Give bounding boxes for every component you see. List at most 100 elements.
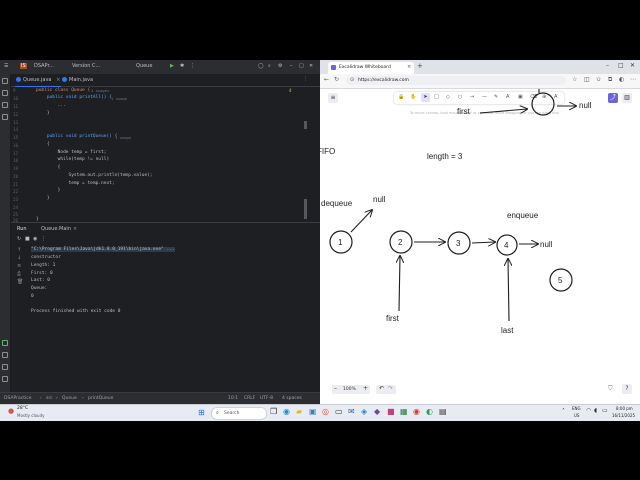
- problems-tool-icon[interactable]: [2, 364, 8, 370]
- clock-time[interactable]: 8:00 pm: [616, 406, 633, 411]
- ide-vcs-widget[interactable]: Version C...: [72, 63, 100, 69]
- site-info-icon[interactable]: ⊙: [350, 77, 354, 83]
- refresh-icon[interactable]: ↻: [334, 76, 339, 83]
- queue-node-partial[interactable]: [531, 92, 555, 116]
- file-encoding[interactable]: UTF-8: [260, 396, 273, 401]
- browser-menu-icon[interactable]: ⋯: [630, 76, 636, 83]
- vscode-icon[interactable]: ◈: [361, 407, 367, 416]
- null-label-right[interactable]: null: [540, 240, 553, 249]
- trash-icon[interactable]: 🗑: [17, 279, 23, 285]
- ide-settings-icon[interactable]: ⚙: [278, 63, 282, 69]
- first-label-bottom[interactable]: first: [386, 314, 400, 323]
- split-view-icon[interactable]: ◫: [584, 76, 590, 83]
- terminal-app-icon[interactable]: ▭: [335, 407, 343, 416]
- more-icon[interactable]: ⋮: [190, 63, 195, 69]
- excel-icon[interactable]: ▦: [400, 407, 408, 416]
- help-button[interactable]: ?: [622, 384, 632, 394]
- intellij-icon[interactable]: ■: [387, 407, 395, 416]
- tab-queue-java[interactable]: Queue.java ×: [15, 74, 61, 87]
- browser-close-button[interactable]: ✕: [630, 62, 635, 69]
- dequeue-label[interactable]: dequeue: [321, 199, 353, 208]
- cursor-position[interactable]: 10:1: [228, 396, 238, 401]
- terminal-tool-icon[interactable]: [2, 352, 8, 358]
- usage-hint[interactable]: 3 usages: [91, 88, 109, 93]
- back-icon[interactable]: ←: [324, 76, 329, 83]
- breadcrumb-item[interactable]: src: [46, 396, 53, 401]
- browser-minimize-button[interactable]: –: [606, 62, 609, 69]
- null-label-topright[interactable]: null: [579, 101, 592, 110]
- taskview-icon[interactable]: ❐: [270, 407, 277, 416]
- browser-maximize-button[interactable]: □: [618, 62, 624, 69]
- language-indicator[interactable]: ENG: [572, 406, 581, 411]
- redo-button[interactable]: ↷: [388, 385, 393, 392]
- run-tab[interactable]: Run: [17, 226, 27, 232]
- new-tab-button[interactable]: +: [417, 62, 423, 70]
- ide-user-icon[interactable]: ◯: [258, 63, 264, 69]
- stop-icon[interactable]: ■: [25, 236, 30, 242]
- tab-main-java[interactable]: Main.java: [61, 74, 107, 86]
- weather-temp[interactable]: 28°C: [17, 406, 28, 411]
- volume-icon[interactable]: ◖: [594, 407, 597, 414]
- photos-icon[interactable]: ◆: [374, 407, 380, 416]
- ide-menu-icon[interactable]: ☰: [4, 63, 8, 69]
- print-icon[interactable]: ⎙: [17, 271, 21, 277]
- usage-hint[interactable]: 1 usage: [115, 135, 131, 140]
- zoom-in-button[interactable]: +: [363, 385, 368, 392]
- fifo-label[interactable]: FIFO: [320, 147, 335, 156]
- chrome-icon[interactable]: ◎: [322, 407, 329, 416]
- weather-icon[interactable]: ●: [8, 407, 14, 415]
- ide-project-badge[interactable]: IS: [20, 63, 27, 69]
- indent-setting[interactable]: 4 spaces: [282, 396, 302, 401]
- ide-run-config[interactable]: Queue: [136, 63, 152, 69]
- file-explorer-icon[interactable]: ▰: [296, 407, 302, 416]
- run-panel-close-icon[interactable]: ×: [73, 226, 77, 232]
- app-icon-dark[interactable]: ▤: [439, 407, 447, 416]
- battery-icon[interactable]: ▭: [602, 407, 608, 414]
- excalidraw-canvas[interactable]: ≡ 🔒 ✋ ➤ □ ◇ ○ → — ✎ A ▣ ⌫ ⊕ A ⤴ ▥ To mov…: [320, 89, 640, 404]
- tab-more-icon[interactable]: ⋮: [303, 76, 308, 82]
- browser-tab-close-icon[interactable]: ×: [407, 64, 411, 70]
- taskbar-search[interactable]: ⌕ Search: [211, 407, 267, 420]
- breadcrumb-item[interactable]: Queue: [62, 396, 77, 401]
- editor-scrollbar[interactable]: [304, 121, 307, 129]
- app-icon-green[interactable]: ◐: [426, 407, 433, 416]
- first-label-top[interactable]: first: [457, 107, 471, 116]
- mail-icon[interactable]: ✉: [348, 407, 355, 416]
- code-editor[interactable]: 9 10 11 12 13 14 15 16 17 18 19 20 21 22…: [11, 87, 311, 223]
- arrow-node1-to-null[interactable]: [350, 210, 372, 233]
- arrow-first-to-node2[interactable]: [399, 256, 400, 312]
- last-label[interactable]: last: [501, 326, 514, 335]
- excalidraw-plus-icon[interactable]: ⛉: [608, 385, 613, 393]
- weather-desc[interactable]: Mostly cloudy: [17, 413, 45, 418]
- enqueue-label[interactable]: enqueue: [507, 211, 539, 220]
- camera-icon[interactable]: ◉: [33, 236, 37, 242]
- ide-maximize-button[interactable]: □: [299, 63, 304, 69]
- zoom-level[interactable]: 100%: [343, 387, 356, 392]
- run-config-tab[interactable]: Queue.Main: [41, 226, 71, 232]
- usage-hint[interactable]: 1 usage: [111, 96, 127, 101]
- run-icon[interactable]: ▶: [170, 63, 174, 69]
- ide-search-icon[interactable]: ⌕: [268, 63, 271, 69]
- start-button[interactable]: ⊞: [198, 408, 207, 417]
- rerun-icon[interactable]: ↻: [17, 236, 21, 242]
- run-tool-icon[interactable]: [2, 340, 8, 346]
- store-icon[interactable]: ▣: [309, 407, 317, 416]
- clock-date[interactable]: 16/11/2025: [612, 413, 635, 418]
- wrap-icon[interactable]: ≡: [17, 263, 21, 269]
- arrow-last-to-node4[interactable]: [508, 259, 509, 322]
- ide-project-name[interactable]: DSAPr...: [34, 63, 54, 69]
- zoom-out-button[interactable]: –: [334, 385, 337, 392]
- tray-chevron-icon[interactable]: ˄: [562, 408, 565, 415]
- arrow-first-top[interactable]: [479, 109, 527, 113]
- run-more-icon[interactable]: ⋮: [41, 236, 46, 242]
- breadcrumb-item[interactable]: DSAPractice: [4, 396, 31, 401]
- project-tool-icon[interactable]: [2, 78, 8, 84]
- edge-icon[interactable]: ◉: [283, 407, 290, 416]
- browser-tab-excalidraw[interactable]: Excalidraw Whiteboard ×: [328, 62, 414, 74]
- address-bar[interactable]: ⊙ https://excalidraw.com: [346, 76, 566, 85]
- undo-button[interactable]: ↶: [379, 385, 384, 392]
- plugins-tool-icon[interactable]: [2, 114, 8, 120]
- app-icon-red[interactable]: ◉: [413, 407, 420, 416]
- wifi-icon[interactable]: ◠: [586, 407, 591, 414]
- line-separator[interactable]: CRLF: [244, 396, 255, 401]
